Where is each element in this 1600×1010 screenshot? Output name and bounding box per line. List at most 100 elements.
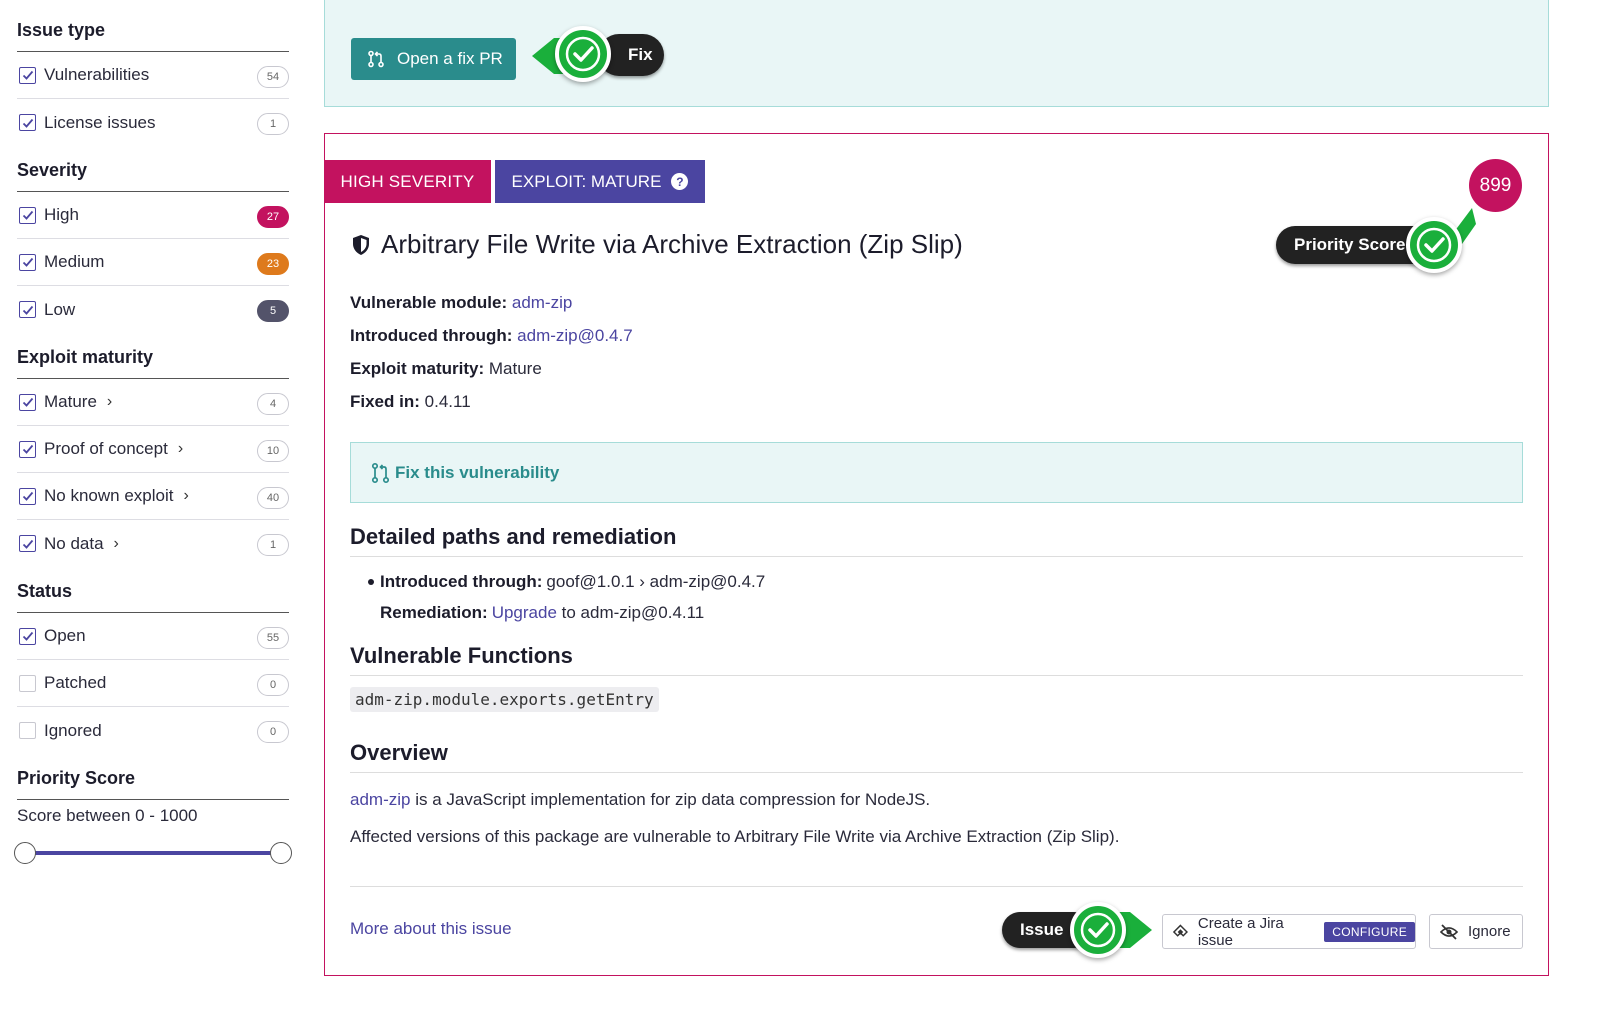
checkbox-checked-icon[interactable] <box>19 440 36 458</box>
chevron-right-icon[interactable]: › <box>107 393 112 411</box>
priority-score-bubble: 899 <box>1469 159 1522 212</box>
checkbox-checked-icon[interactable] <box>19 301 36 318</box>
count-badge: 55 <box>257 627 289 649</box>
fix-this-vulnerability-button[interactable]: Fix this vulnerability <box>350 442 1523 503</box>
filter-section-status: Status Open 55 Patched 0 Ignored 0 <box>17 575 289 754</box>
filter-section-title: Severity <box>17 154 289 192</box>
overview-heading: Overview <box>350 740 1523 773</box>
filter-open[interactable]: Open 55 <box>17 613 289 660</box>
filter-patched[interactable]: Patched 0 <box>17 660 289 707</box>
fix-callout-label: Fix <box>628 45 653 64</box>
filter-label: No known exploit <box>44 486 174 505</box>
pull-request-icon <box>371 462 390 483</box>
chevron-right-icon[interactable]: › <box>183 487 188 505</box>
filters-sidebar: Issue type Vulnerabilities 54 License is… <box>14 14 292 880</box>
count-badge: 10 <box>257 440 289 462</box>
filter-label: Low <box>44 299 76 319</box>
checkbox-checked-icon[interactable] <box>19 627 36 645</box>
meta-exploit-maturity: Exploit maturity: Mature <box>350 359 542 378</box>
filter-label: Ignored <box>44 720 102 740</box>
path-introduced: Introduced through: goof@1.0.1 › adm-zip… <box>368 566 765 597</box>
checkbox-checked-icon[interactable] <box>19 535 36 552</box>
filter-section-title: Exploit maturity <box>17 341 289 379</box>
create-jira-issue-button[interactable]: Create a Jira issue CONFIGURE <box>1162 914 1416 949</box>
filter-ignored[interactable]: Ignored 0 <box>17 707 289 754</box>
eye-slash-icon <box>1440 923 1458 940</box>
slider-thumb-min[interactable] <box>14 842 36 864</box>
meta-fixed-in: Fixed in: 0.4.11 <box>350 392 471 411</box>
bullet-icon <box>368 578 374 585</box>
shield-icon <box>353 234 369 255</box>
filter-section-title: Issue type <box>17 14 289 52</box>
help-icon[interactable]: ? <box>671 173 689 190</box>
open-fix-pr-label: Open a fix PR <box>397 49 503 68</box>
count-badge: 54 <box>257 66 289 88</box>
filter-high[interactable]: High 27 <box>17 192 289 239</box>
filter-vulnerabilities[interactable]: Vulnerabilities 54 <box>17 52 289 99</box>
issue-callout-label: Issue <box>1020 920 1064 939</box>
count-badge: 40 <box>257 487 289 509</box>
checkbox-checked-icon[interactable] <box>19 114 36 131</box>
green-check-icon <box>555 26 611 82</box>
count-badge: 0 <box>257 674 289 696</box>
paths-list: Introduced through: goof@1.0.1 › adm-zip… <box>368 566 765 628</box>
checkbox-checked-icon[interactable] <box>19 66 36 84</box>
filter-label: High <box>44 205 79 224</box>
filter-section-priority-score: Priority Score Score between 0 - 1000 <box>14 762 292 872</box>
filter-section-title: Priority Score <box>17 762 289 800</box>
filter-low[interactable]: Low 5 <box>17 286 289 333</box>
count-badge: 1 <box>257 534 289 556</box>
priority-score-slider[interactable] <box>14 832 292 872</box>
meta-vulnerable-module: Vulnerable module: adm-zip <box>350 293 573 312</box>
severity-badge: HIGH SEVERITY <box>324 160 491 203</box>
functions-heading: Vulnerable Functions <box>350 643 1523 676</box>
issue-title: Arbitrary File Write via Archive Extract… <box>351 229 963 260</box>
count-badge-high: 27 <box>257 206 289 228</box>
fix-this-vulnerability-label: Fix this vulnerability <box>395 462 560 482</box>
checkbox-checked-icon[interactable] <box>19 253 36 271</box>
checkbox-checked-icon[interactable] <box>19 487 36 505</box>
open-fix-pr-button[interactable]: Open a fix PR <box>351 38 516 80</box>
vulnerable-module-link[interactable]: adm-zip <box>512 293 572 312</box>
meta-introduced-through: Introduced through: adm-zip@0.4.7 <box>350 326 633 345</box>
checkbox-checked-icon[interactable] <box>19 393 36 411</box>
filter-label: Proof of concept <box>44 439 168 458</box>
configure-button[interactable]: CONFIGURE <box>1324 921 1415 942</box>
filter-mature[interactable]: Mature › 4 <box>17 379 289 426</box>
green-check-icon <box>1406 217 1462 273</box>
more-about-issue-link[interactable]: More about this issue <box>350 919 512 939</box>
slider-track[interactable] <box>25 851 281 855</box>
upgrade-link[interactable]: Upgrade <box>492 597 557 628</box>
paths-heading: Detailed paths and remediation <box>350 524 1523 557</box>
checkbox-checked-icon[interactable] <box>19 206 36 224</box>
filter-label: Mature <box>44 392 97 411</box>
filter-medium[interactable]: Medium 23 <box>17 239 289 286</box>
exploit-badge: EXPLOIT: MATURE ? <box>495 160 705 203</box>
fix-panel: Open a fix PR <box>324 0 1549 107</box>
exploit-badge-label: EXPLOIT: MATURE <box>511 171 662 191</box>
jira-icon <box>1173 923 1188 937</box>
filter-section-title: Status <box>17 575 289 613</box>
issue-title-text: Arbitrary File Write via Archive Extract… <box>381 229 963 259</box>
chevron-right-icon[interactable]: › <box>178 440 183 458</box>
checkbox-unchecked-icon[interactable] <box>19 722 36 739</box>
overview-line-1: adm-zip is a JavaScript implementation f… <box>350 790 931 809</box>
slider-thumb-max[interactable] <box>270 842 292 864</box>
filter-label: Medium <box>44 252 105 271</box>
count-badge-low: 5 <box>257 300 289 322</box>
count-badge: 0 <box>257 721 289 743</box>
filter-proof-of-concept[interactable]: Proof of concept › 10 <box>17 426 289 473</box>
filter-no-known-exploit[interactable]: No known exploit › 40 <box>17 473 289 520</box>
ignore-button[interactable]: Ignore <box>1429 914 1523 949</box>
score-range-label: Score between 0 - 1000 <box>17 806 198 825</box>
pull-request-icon <box>368 50 384 68</box>
overview-module-link[interactable]: adm-zip <box>350 790 410 809</box>
filter-no-data[interactable]: No data › 1 <box>17 520 289 567</box>
count-badge-medium: 23 <box>257 253 289 275</box>
filter-license-issues[interactable]: License issues 1 <box>17 99 289 146</box>
count-badge: 4 <box>257 393 289 415</box>
introduced-through-link[interactable]: adm-zip@0.4.7 <box>517 326 633 345</box>
chevron-right-icon[interactable]: › <box>114 535 119 553</box>
count-badge: 1 <box>257 113 289 135</box>
checkbox-unchecked-icon[interactable] <box>19 674 36 692</box>
